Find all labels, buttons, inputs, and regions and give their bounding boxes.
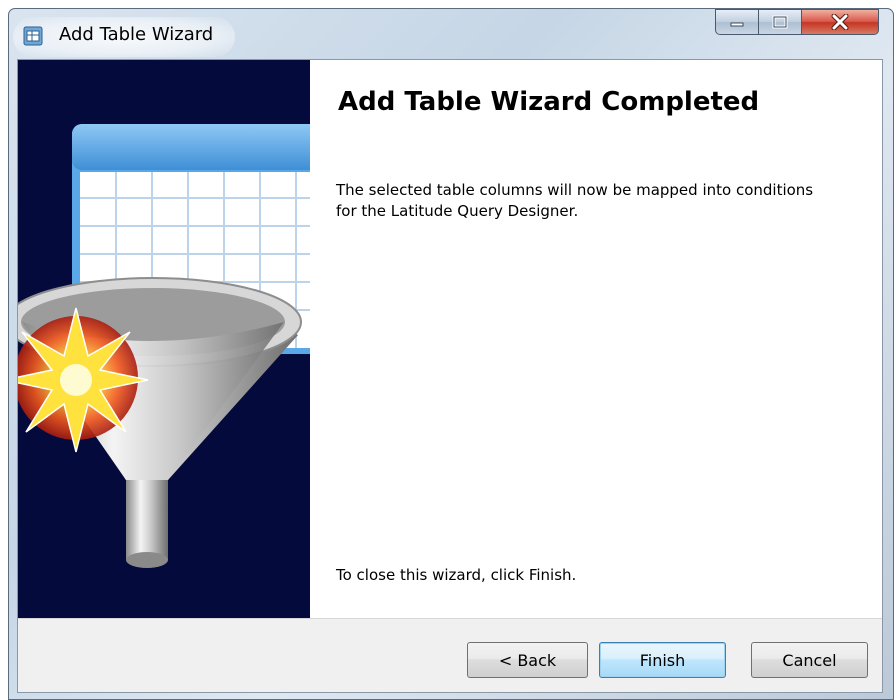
close-hint: To close this wizard, click Finish. bbox=[336, 566, 577, 584]
page-heading: Add Table Wizard Completed bbox=[338, 87, 760, 117]
completion-description: The selected table columns will now be m… bbox=[336, 181, 814, 220]
cancel-button[interactable]: Cancel bbox=[751, 642, 868, 678]
button-bar: < Back Finish Cancel bbox=[18, 618, 882, 692]
wizard-content: Add Table Wizard Completed The selected … bbox=[310, 60, 882, 618]
funnel-table-illustration bbox=[18, 124, 322, 568]
wizard-window: Add Table Wizard Add Table Wizard Comple… bbox=[8, 8, 894, 700]
minimize-button[interactable] bbox=[715, 9, 759, 35]
app-icon bbox=[23, 26, 43, 46]
title-bar[interactable]: Add Table Wizard bbox=[9, 9, 893, 61]
close-icon bbox=[831, 14, 849, 30]
close-button[interactable] bbox=[801, 9, 879, 35]
maximize-icon bbox=[772, 15, 788, 29]
finish-button[interactable]: Finish bbox=[599, 642, 726, 678]
wizard-banner bbox=[18, 60, 322, 618]
back-button[interactable]: < Back bbox=[467, 642, 588, 678]
window-title: Add Table Wizard bbox=[59, 24, 214, 45]
minimize-icon bbox=[730, 22, 744, 27]
wizard-client-area: Add Table Wizard Completed The selected … bbox=[17, 59, 883, 693]
maximize-button[interactable] bbox=[758, 9, 802, 35]
